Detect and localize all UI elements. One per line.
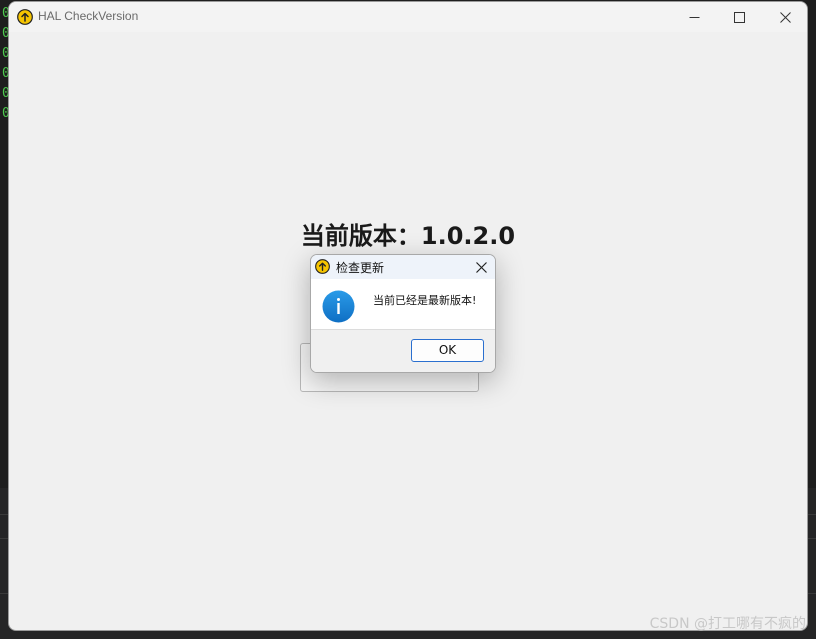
dialog-footer: OK [311, 329, 495, 372]
app-update-icon [315, 259, 330, 274]
ok-button[interactable]: OK [411, 339, 484, 362]
maximize-button[interactable] [716, 2, 762, 32]
close-icon [779, 11, 791, 23]
current-version-label: 当前版本：1.0.2.0 [300, 222, 516, 250]
close-button[interactable] [762, 2, 807, 32]
minimize-button[interactable] [671, 2, 717, 32]
check-update-dialog: 检查更新 当前已经是最新版本! OK [310, 254, 496, 373]
close-icon [475, 261, 487, 273]
dialog-close-button[interactable] [473, 259, 489, 275]
dialog-title: 检查更新 [336, 261, 385, 275]
info-icon [322, 290, 355, 323]
app-update-icon [17, 9, 33, 25]
window-title: HAL CheckVersion [38, 9, 139, 23]
maximize-icon [733, 11, 745, 23]
watermark-text: CSDN @打工哪有不疯的 [649, 616, 806, 632]
dialog-message: 当前已经是最新版本! [373, 294, 477, 307]
dialog-title-bar[interactable]: 检查更新 [311, 255, 495, 279]
minimize-icon [689, 16, 699, 18]
title-bar[interactable]: HAL CheckVersion [9, 2, 807, 32]
